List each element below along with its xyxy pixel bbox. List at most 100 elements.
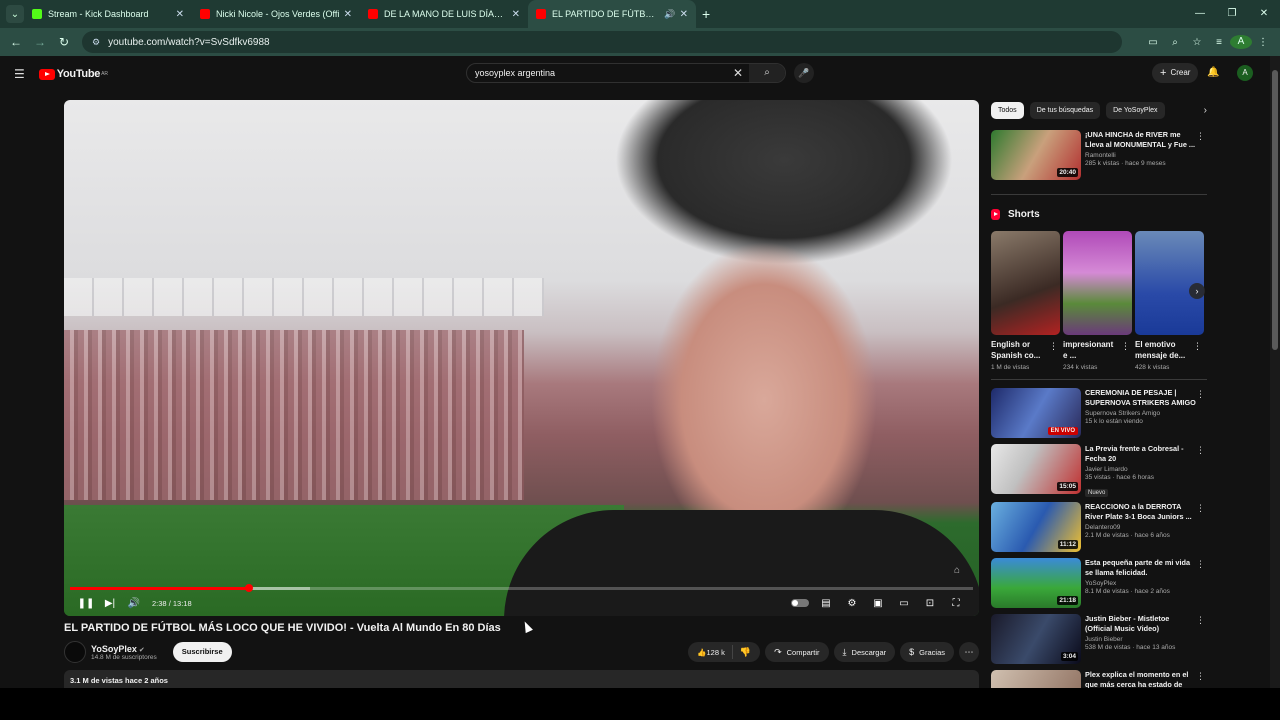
- account-avatar[interactable]: A: [1237, 65, 1253, 81]
- short-item[interactable]: impresionant e ... 234 k vistas ⋮: [1063, 231, 1132, 371]
- cast-icon[interactable]: ⊡: [917, 598, 943, 609]
- close-window-icon[interactable]: ✕: [1248, 0, 1280, 28]
- progress-bar[interactable]: [70, 584, 973, 592]
- hamburger-menu-icon[interactable]: ☰: [14, 67, 25, 81]
- more-options-icon[interactable]: ⋮: [1196, 615, 1205, 626]
- theater-mode-icon[interactable]: ▭: [891, 598, 917, 609]
- speaker-icon[interactable]: 🔊: [664, 9, 675, 20]
- channel-row: YoSoyPlex ✔ 14.8 M de suscriptores Suscri…: [64, 640, 979, 664]
- close-tab-icon[interactable]: ✕: [344, 9, 352, 20]
- next-video-icon[interactable]: ▶|: [98, 598, 122, 609]
- settings-gear-icon[interactable]: ⚙: [839, 598, 865, 609]
- site-info-icon[interactable]: ⚙: [92, 37, 100, 48]
- more-options-icon[interactable]: ⋮: [1196, 671, 1205, 682]
- browser-tab[interactable]: Stream - Kick Dashboard ✕: [24, 0, 192, 28]
- list-item[interactable]: 3:04 Justin Bieber - Mistletoe (Official…: [991, 614, 1207, 666]
- voice-search-icon[interactable]: 🎤: [794, 63, 814, 83]
- list-item[interactable]: 21:18 Esta pequeña parte de mi vida se l…: [991, 558, 1207, 610]
- reading-list-icon[interactable]: ≡: [1208, 37, 1230, 48]
- chip-all[interactable]: Todos: [991, 101, 1024, 119]
- more-options-icon[interactable]: ⋮: [1196, 503, 1205, 514]
- share-button[interactable]: ↷ Compartir: [765, 642, 829, 662]
- page-scrollbar[interactable]: [1270, 56, 1280, 688]
- restore-icon[interactable]: ❐: [1216, 0, 1248, 28]
- list-item[interactable]: EN VIVO CEREMONIA DE PESAJE | SUPERNOVA …: [991, 388, 1207, 440]
- profile-avatar[interactable]: A: [1230, 35, 1252, 49]
- shorts-next-icon[interactable]: ›: [1189, 283, 1205, 299]
- cast-icon[interactable]: ▭: [1142, 37, 1164, 48]
- list-item[interactable]: 20:40 ¡UNA HINCHA de RIVER me Lleva al M…: [991, 130, 1207, 182]
- video-player[interactable]: ⌂ ❚❚ ▶| 🔊 2:38 / 13:18 ▤ ⚙ ▣ ▭ ⊡ ⛶: [64, 100, 979, 616]
- forward-icon[interactable]: →: [28, 35, 52, 49]
- chip-from-channel[interactable]: De YoSoyPlex: [1106, 101, 1165, 119]
- browser-tab-active[interactable]: EL PARTIDO DE FÚTBOL MÁ 🔊 ✕: [528, 0, 696, 28]
- short-thumbnail[interactable]: [991, 231, 1060, 335]
- miniplayer-icon[interactable]: ▣: [865, 598, 891, 609]
- more-options-icon[interactable]: ⋮: [1193, 341, 1202, 352]
- time-display: 2:38 / 13:18: [152, 598, 192, 608]
- more-options-icon[interactable]: ⋮: [1196, 131, 1205, 142]
- search-input[interactable]: [467, 68, 727, 78]
- video-thumbnail[interactable]: 15:05: [991, 444, 1081, 494]
- subscribe-button[interactable]: Suscribirse: [172, 642, 232, 662]
- list-item[interactable]: Plex explica el momento en el que más ce…: [991, 670, 1207, 688]
- download-button[interactable]: ⤓ Descargar: [833, 642, 896, 662]
- more-options-icon[interactable]: ⋮: [1049, 341, 1058, 352]
- notifications-bell-icon[interactable]: 🔔: [1207, 67, 1219, 78]
- more-options-icon[interactable]: ⋮: [1196, 559, 1205, 570]
- more-actions-icon[interactable]: ⋯: [959, 642, 979, 662]
- subtitles-icon[interactable]: ▤: [813, 598, 839, 609]
- scrollbar-thumb[interactable]: [1272, 70, 1278, 350]
- volume-icon[interactable]: 🔊: [122, 598, 146, 609]
- short-item[interactable]: El emotivo mensaje de... 428 k vistas ⋮: [1135, 231, 1204, 371]
- close-tab-icon[interactable]: ✕: [512, 9, 520, 20]
- video-thumbnail[interactable]: 21:18: [991, 558, 1081, 608]
- channel-name[interactable]: YoSoyPlex: [91, 644, 137, 654]
- minimize-icon[interactable]: —: [1184, 0, 1216, 28]
- menu-kebab-icon[interactable]: ⋮: [1252, 37, 1274, 48]
- video-thumbnail[interactable]: 20:40: [991, 130, 1081, 180]
- youtube-logo[interactable]: YouTube AR: [38, 68, 108, 80]
- thanks-button[interactable]: $ Gracias: [900, 642, 954, 662]
- description-box[interactable]: 3.1 M de vistas hace 2 años: [64, 670, 979, 688]
- video-thumbnail[interactable]: 3:04: [991, 614, 1081, 664]
- browser-tab[interactable]: DE LA MANO DE LUIS DÍAZ, EL ✕: [360, 0, 528, 28]
- video-thumbnail[interactable]: 11:12: [991, 502, 1081, 552]
- close-tab-icon[interactable]: ✕: [176, 9, 184, 20]
- video-thumbnail[interactable]: [991, 670, 1081, 688]
- autoplay-toggle[interactable]: [787, 598, 813, 609]
- zoom-icon[interactable]: ⌕: [1164, 37, 1186, 48]
- reload-icon[interactable]: ↻: [52, 35, 76, 49]
- channel-avatar[interactable]: [64, 641, 86, 663]
- new-badge: Nuevo: [1085, 489, 1109, 497]
- channel-watermark-icon[interactable]: ⌂: [954, 565, 960, 576]
- rec-channel: Justin Bieber: [1085, 636, 1123, 643]
- browser-tab[interactable]: Nicki Nicole - Ojos Verdes (Offi ✕: [192, 0, 360, 28]
- short-thumbnail[interactable]: [1063, 231, 1132, 335]
- search-button[interactable]: ⌕: [749, 64, 785, 82]
- like-button[interactable]: 👍 128 k: [688, 645, 733, 659]
- fullscreen-icon[interactable]: ⛶: [943, 598, 969, 609]
- chip-from-searches[interactable]: De tus búsquedas: [1029, 101, 1101, 119]
- short-item[interactable]: English or Spanish co... 1 M de vistas ⋮: [991, 231, 1060, 371]
- new-tab-button[interactable]: +: [702, 6, 710, 22]
- video-thumbnail[interactable]: EN VIVO: [991, 388, 1081, 438]
- share-label: Compartir: [786, 647, 820, 657]
- views-date: 3.1 M de vistas hace 2 años: [70, 676, 168, 685]
- url-field[interactable]: ⚙ youtube.com/watch?v=SvSdfkv6988: [82, 31, 1122, 53]
- list-item[interactable]: 15:05 La Previa frente a Cobresal - Fech…: [991, 444, 1207, 497]
- chevron-right-icon[interactable]: ›: [1204, 105, 1207, 116]
- more-options-icon[interactable]: ⋮: [1121, 341, 1130, 352]
- scrubber-handle[interactable]: [244, 584, 253, 592]
- bookmark-star-icon[interactable]: ☆: [1186, 37, 1208, 48]
- dislike-icon[interactable]: 👎: [733, 647, 760, 658]
- list-item[interactable]: 11:12 REACCIONO a la DERROTA River Plate…: [991, 502, 1207, 554]
- more-options-icon[interactable]: ⋮: [1196, 389, 1205, 400]
- create-button[interactable]: + Crear: [1152, 63, 1199, 83]
- close-tab-icon[interactable]: ✕: [680, 9, 688, 20]
- tab-search-button[interactable]: ⌄: [6, 5, 24, 23]
- back-icon[interactable]: ←: [4, 35, 28, 49]
- more-options-icon[interactable]: ⋮: [1196, 445, 1205, 456]
- pause-icon[interactable]: ❚❚: [74, 598, 98, 609]
- clear-search-icon[interactable]: ✕: [733, 66, 743, 80]
